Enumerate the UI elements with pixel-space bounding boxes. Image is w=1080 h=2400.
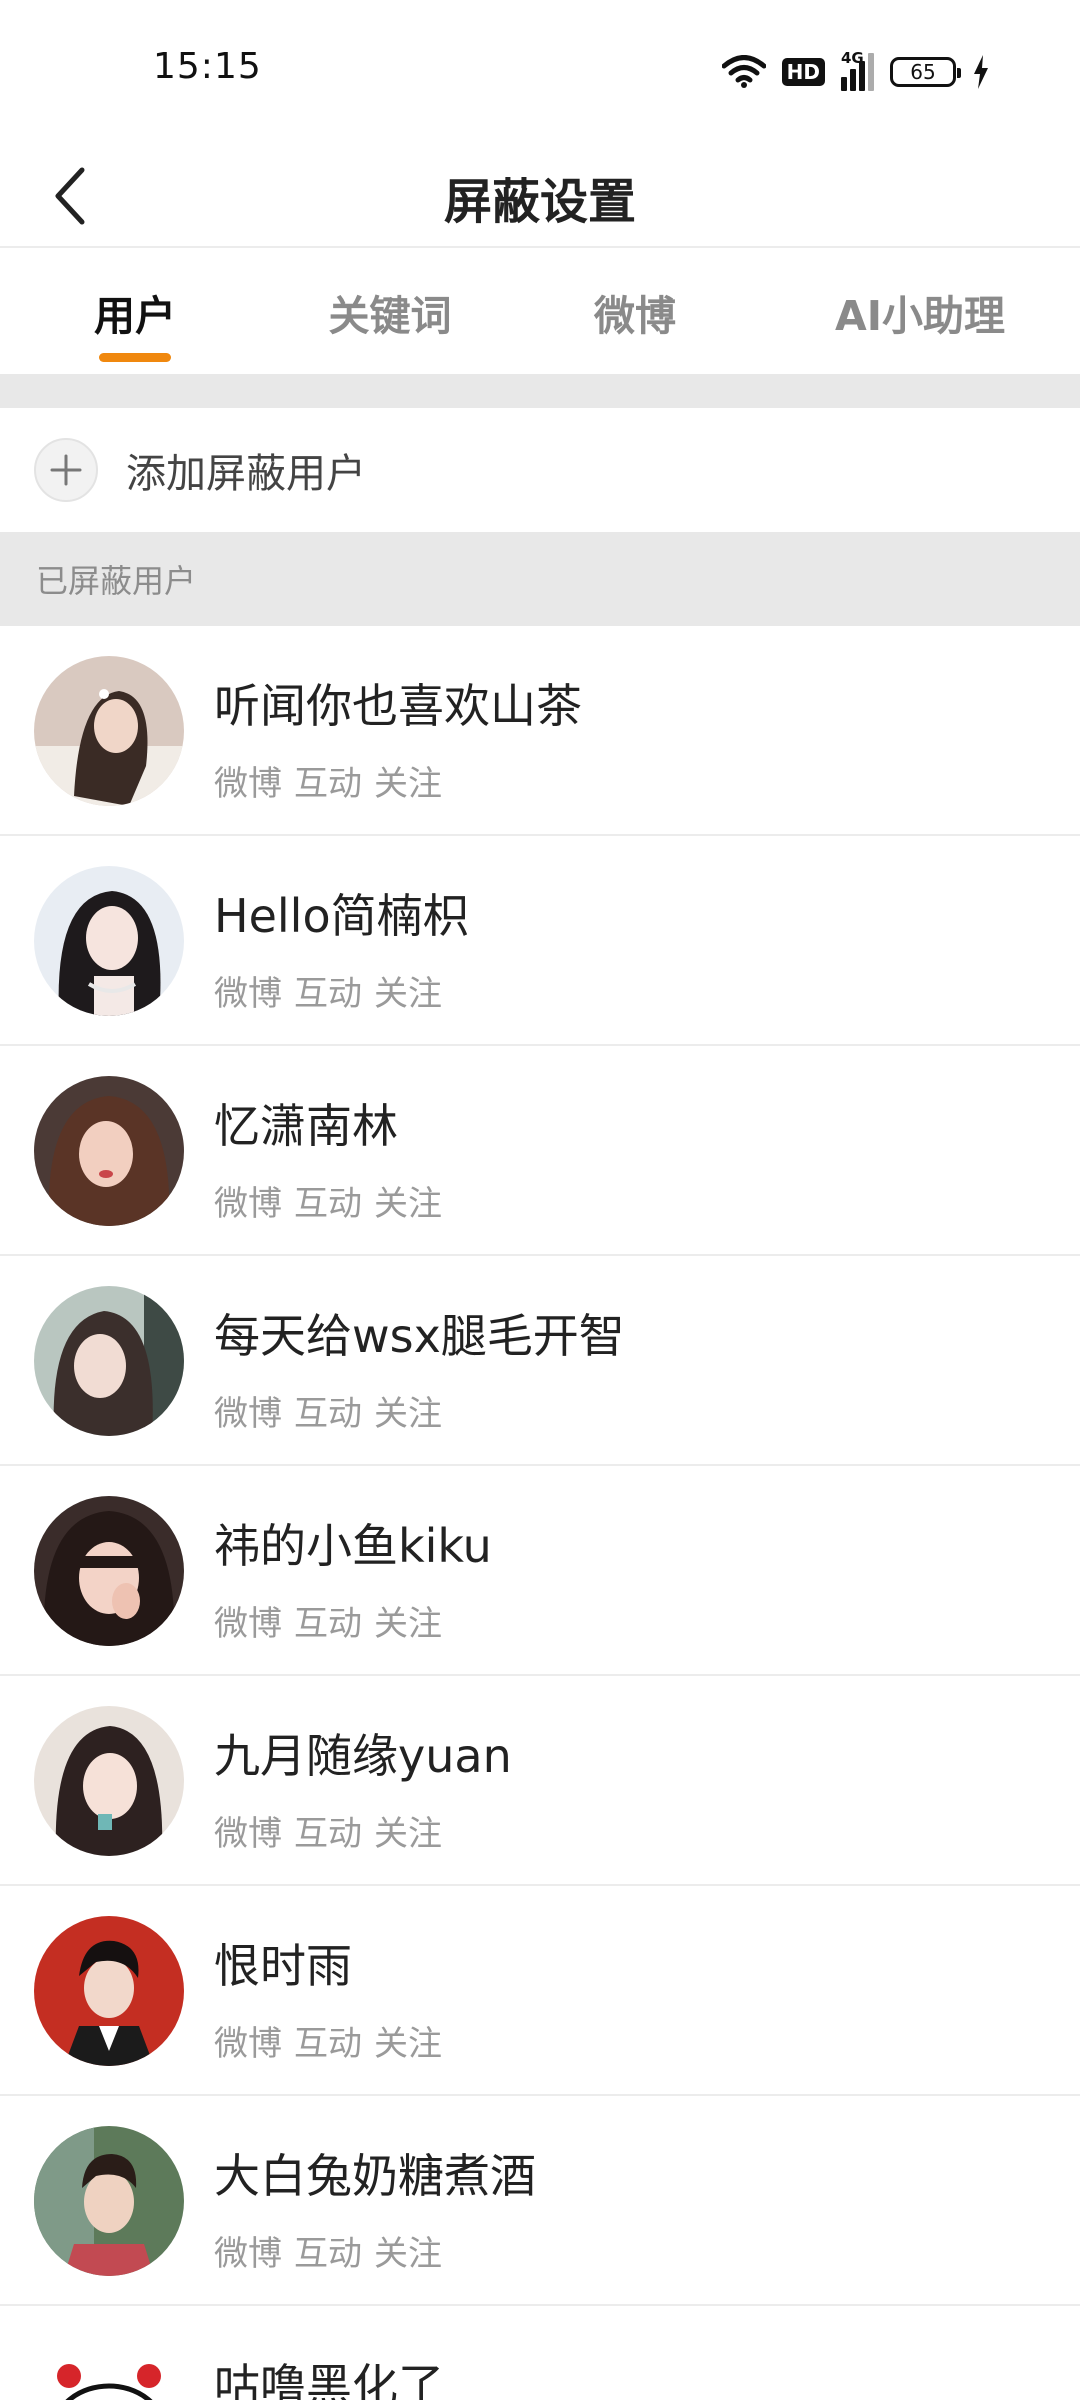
- scope-weibo: 微博: [214, 2024, 282, 2064]
- user-name: 大白兔奶糖煮酒: [214, 2149, 536, 2203]
- tab-weibo[interactable]: 微博: [510, 250, 760, 374]
- page-title: 屏蔽设置: [443, 174, 636, 230]
- scope-follow: 关注: [374, 1604, 442, 1644]
- avatar[interactable]: [34, 1076, 184, 1226]
- list-item[interactable]: 九月随缘yuan 微博 互动 关注: [0, 1676, 1080, 1886]
- user-block-scope: 微博 互动 关注: [214, 2226, 442, 2275]
- nav-header: 屏蔽设置: [0, 140, 1080, 248]
- plus-icon: [34, 438, 98, 502]
- scope-weibo: 微博: [214, 1184, 282, 1224]
- user-block-scope: 微博 互动 关注: [214, 1386, 442, 1435]
- scope-interaction: 互动: [294, 764, 362, 804]
- list-item[interactable]: 恨时雨 微博 互动 关注: [0, 1886, 1080, 2096]
- list-item[interactable]: 忆潇南林 微博 互动 关注: [0, 1046, 1080, 1256]
- avatar[interactable]: [34, 1496, 184, 1646]
- user-name: 祎的小鱼kiku: [214, 1519, 492, 1573]
- list-item[interactable]: 祎的小鱼kiku 微博 互动 关注: [0, 1466, 1080, 1676]
- avatar[interactable]: [34, 656, 184, 806]
- divider-band: [0, 374, 1080, 408]
- avatar[interactable]: [34, 1706, 184, 1856]
- scope-weibo: 微博: [214, 2234, 282, 2274]
- tab-users[interactable]: 用户: [0, 250, 270, 374]
- user-name: 咕噜黑化了: [214, 2359, 444, 2400]
- user-name: 恨时雨: [214, 1939, 352, 1993]
- avatar[interactable]: [34, 2126, 184, 2276]
- user-block-scope: 微博 互动 关注: [214, 756, 442, 805]
- scope-interaction: 互动: [294, 974, 362, 1014]
- signal-4g-icon: 4G: [841, 49, 874, 91]
- section-header: 已屏蔽用户: [0, 532, 1080, 626]
- status-icons: HD 4G 65: [721, 49, 990, 92]
- wifi-icon: [721, 55, 766, 88]
- hd-icon: HD: [781, 58, 825, 86]
- scope-interaction: 互动: [294, 2024, 362, 2064]
- scope-follow: 关注: [374, 764, 442, 804]
- user-name: Hello简楠枳: [214, 889, 469, 943]
- tab-users-label: 用户: [94, 292, 176, 340]
- tab-ai-assistant-label: AI小助理: [835, 292, 1005, 340]
- list-item[interactable]: 听闻你也喜欢山茶 微博 互动 关注: [0, 626, 1080, 836]
- user-name: 每天给wsx腿毛开智: [214, 1309, 625, 1363]
- scope-weibo: 微博: [214, 1394, 282, 1434]
- user-block-scope: 微博 互动 关注: [214, 1596, 442, 1645]
- tab-keywords[interactable]: 关键词: [270, 250, 510, 374]
- tab-active-indicator: [99, 353, 171, 362]
- avatar[interactable]: [34, 1286, 184, 1436]
- charging-icon: [974, 55, 988, 89]
- tab-keywords-label: 关键词: [328, 292, 452, 340]
- scope-interaction: 互动: [294, 1604, 362, 1644]
- avatar[interactable]: [34, 2336, 184, 2400]
- user-name: 听闻你也喜欢山茶: [214, 679, 582, 733]
- tab-bar: 用户 关键词 微博 AI小助理: [0, 250, 1080, 374]
- scope-interaction: 互动: [294, 1394, 362, 1434]
- battery-level: 65: [910, 60, 936, 84]
- scope-interaction: 互动: [294, 1184, 362, 1224]
- avatar[interactable]: [34, 1916, 184, 2066]
- screen: 15:15 HD 4G 65 屏蔽设置 用户 关键词 微博 AI小助理 添加屏蔽…: [0, 0, 1080, 2400]
- scope-weibo: 微博: [214, 1604, 282, 1644]
- avatar[interactable]: [34, 866, 184, 1016]
- list-item[interactable]: Hello简楠枳 微博 互动 关注: [0, 836, 1080, 1046]
- scope-follow: 关注: [374, 2024, 442, 2064]
- tab-ai-assistant[interactable]: AI小助理: [760, 250, 1080, 374]
- network-label: 4G: [841, 49, 864, 67]
- user-name: 九月随缘yuan: [214, 1729, 512, 1783]
- user-block-scope: 微博 互动 关注: [214, 2016, 442, 2065]
- status-time: 15:15: [153, 46, 262, 87]
- scope-follow: 关注: [374, 1184, 442, 1224]
- add-blocked-user-button[interactable]: 添加屏蔽用户: [0, 408, 1080, 532]
- add-blocked-user-label: 添加屏蔽用户: [126, 451, 366, 497]
- scope-interaction: 互动: [294, 2234, 362, 2274]
- scope-follow: 关注: [374, 974, 442, 1014]
- user-name: 忆潇南林: [214, 1099, 398, 1153]
- tab-weibo-label: 微博: [594, 292, 676, 340]
- battery-icon: 65: [890, 57, 961, 87]
- scope-interaction: 互动: [294, 1814, 362, 1854]
- scope-follow: 关注: [374, 1814, 442, 1854]
- blocked-user-list: 听闻你也喜欢山茶 微博 互动 关注 Hello简楠枳 微博 互动 关注 忆潇南林…: [0, 626, 1080, 2400]
- list-item[interactable]: 大白兔奶糖煮酒 微博 互动 关注: [0, 2096, 1080, 2306]
- scope-weibo: 微博: [214, 764, 282, 804]
- scope-weibo: 微博: [214, 1814, 282, 1854]
- status-bar: 15:15 HD 4G 65: [0, 0, 1080, 140]
- scope-follow: 关注: [374, 1394, 442, 1434]
- list-item[interactable]: 每天给wsx腿毛开智 微博 互动 关注: [0, 1256, 1080, 1466]
- list-item[interactable]: 咕噜黑化了 微博互动关注: [0, 2306, 1080, 2400]
- scope-weibo: 微博: [214, 974, 282, 1014]
- user-block-scope: 微博 互动 关注: [214, 1806, 442, 1855]
- user-block-scope: 微博 互动 关注: [214, 1176, 442, 1225]
- user-block-scope: 微博 互动 关注: [214, 966, 442, 1015]
- scope-follow: 关注: [374, 2234, 442, 2274]
